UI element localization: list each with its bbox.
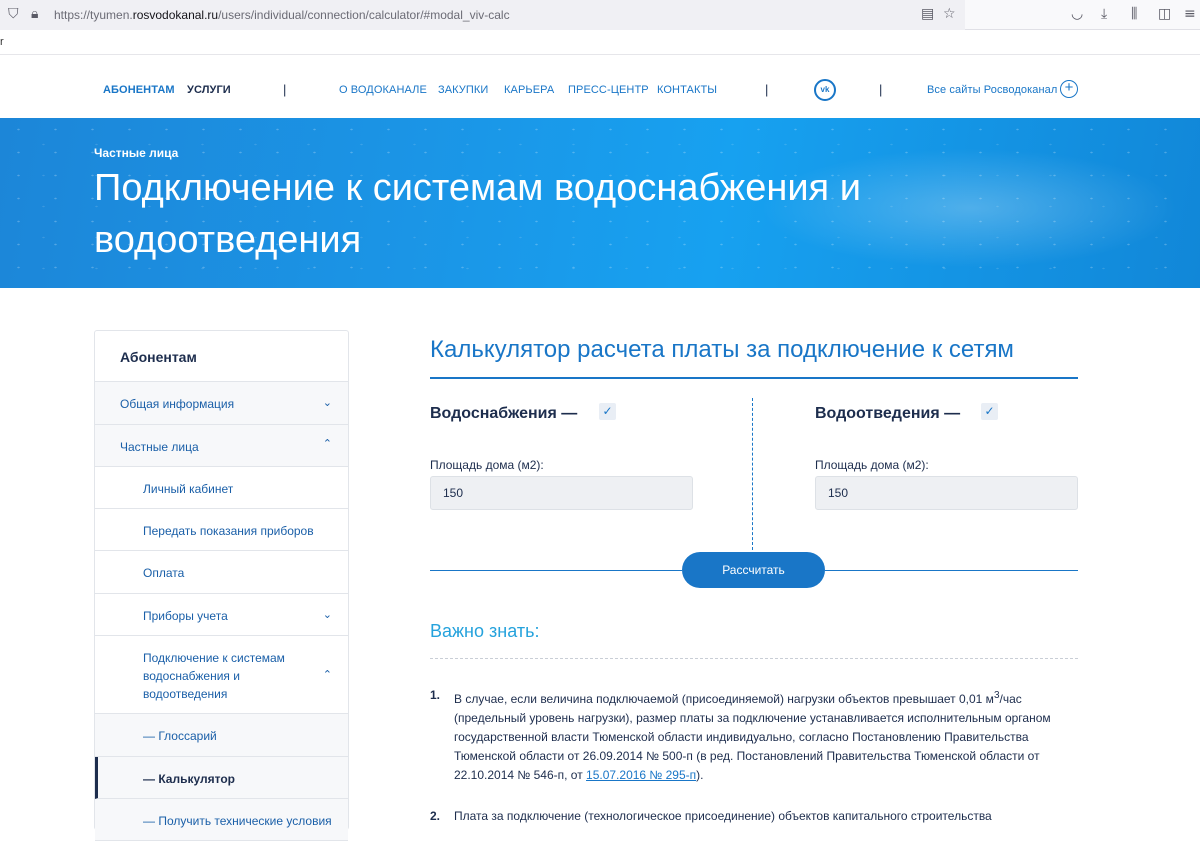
resolution-link[interactable]: 15.07.2016 № 295-п	[586, 768, 696, 782]
calculator-title: Калькулятор расчета платы за подключение…	[430, 336, 1014, 363]
url-bar[interactable]: ⛉ 🔒︎ https://tyumen.rosvodokanal.ru/user…	[0, 0, 965, 30]
sidebar-item-tech-conditions[interactable]: — Получить технические условия	[95, 799, 348, 841]
nav-about[interactable]: О ВОДОКАНАЛЕ	[339, 84, 427, 96]
hero-banner: Частные лица Подключение к системам водо…	[0, 118, 1200, 288]
note-item-1: 1. В случае, если величина подключаемой …	[430, 686, 1080, 785]
lock-icon[interactable]: 🔒︎	[31, 6, 38, 22]
sidebar-item-label: — Глоссарий	[143, 729, 217, 743]
nav-career[interactable]: КАРЬЕРА	[504, 84, 554, 96]
sidebar-item-label: Личный кабинет	[143, 482, 234, 496]
shield-icon[interactable]: ⛉	[8, 6, 19, 22]
all-sites-link[interactable]: Все сайты Росводоканал	[927, 84, 1057, 96]
sidebar-item-calculator[interactable]: — Калькулятор	[95, 757, 348, 799]
sidebar-item-label: — Калькулятор	[143, 772, 236, 786]
column-divider	[752, 398, 753, 550]
sidebar-heading: Абонентам	[95, 331, 348, 382]
sidebar-toggle-icon[interactable]: ◫	[1158, 6, 1171, 22]
pocket-icon[interactable]: ◡	[1071, 6, 1083, 22]
sidebar-item-label: Общая информация	[120, 397, 235, 411]
note-text: В случае, если величина подключаемой (пр…	[454, 686, 1080, 785]
download-icon[interactable]: ⤓	[1101, 6, 1107, 22]
bookmarks-strip: r	[0, 30, 1200, 55]
calculate-button[interactable]: Рассчитать	[682, 552, 825, 588]
strip-text: r	[0, 36, 4, 48]
note-text-part: В случае, если величина подключаемой (пр…	[454, 692, 994, 706]
important-heading: Важно знать:	[430, 621, 540, 641]
sewerage-heading: Водоотведения —	[815, 405, 961, 422]
sidebar-item-meters[interactable]: Приборы учета ⌄	[95, 594, 348, 636]
note-text: Плата за подключение (технологическое пр…	[454, 809, 992, 823]
sidebar-item-individuals[interactable]: Частные лица ⌃	[95, 425, 348, 467]
sidebar-item-meter-readings[interactable]: Передать показания приборов	[95, 509, 348, 551]
sidebar-item-label: Оплата	[143, 566, 185, 580]
chevron-up-icon[interactable]: ⌃	[323, 437, 332, 450]
sidebar-item-label: — Получить технические условия	[143, 814, 332, 828]
note-number: 1.	[430, 688, 441, 702]
water-supply-checkbox[interactable]: ✓	[599, 403, 616, 420]
page-title: Подключение к системам водоснабжения и в…	[94, 167, 861, 261]
sidebar-item-label: Подключение к системам водоснабжения и в…	[143, 651, 285, 701]
sidebar-item-connection[interactable]: Подключение к системам водоснабжения и в…	[95, 636, 348, 714]
library-icon[interactable]: ⫼	[1131, 6, 1137, 22]
sidebar-item-label: Частные лица	[120, 440, 199, 454]
note-text-part: ).	[696, 768, 704, 782]
nav-press[interactable]: ПРЕСС-ЦЕНТР	[568, 84, 649, 96]
nav-subscribers[interactable]: АБОНЕНТАМ	[103, 84, 175, 96]
sidebar-item-personal-account[interactable]: Личный кабинет	[95, 467, 348, 509]
chevron-up-icon[interactable]: ⌃	[323, 666, 332, 684]
note-number: 2.	[430, 809, 441, 823]
title-underline	[430, 377, 1078, 379]
breadcrumb[interactable]: Частные лица	[94, 146, 178, 160]
sidebar-item-label: Приборы учета	[143, 609, 228, 623]
vk-icon[interactable]: vk	[814, 79, 836, 101]
sidebar-item-general-info[interactable]: Общая информация ⌄	[95, 382, 348, 425]
nav-contacts[interactable]: КОНТАКТЫ	[657, 84, 717, 96]
browser-toolbar: ⛉ 🔒︎ https://tyumen.rosvodokanal.ru/user…	[0, 0, 1200, 30]
site-header: АБОНЕНТАМ УСЛУГИ | О ВОДОКАНАЛЕ ЗАКУПКИ …	[0, 55, 1200, 118]
water-area-label: Площадь дома (м2):	[430, 458, 544, 472]
nav-divider: |	[283, 82, 287, 97]
sewer-area-label: Площадь дома (м2):	[815, 458, 929, 472]
nav-divider: |	[765, 82, 769, 97]
chevron-down-icon[interactable]: ⌄	[323, 608, 332, 621]
sidebar-menu: Абонентам Общая информация ⌄ Частные лица…	[94, 330, 349, 841]
button-line-right	[825, 570, 1078, 571]
plus-circle-icon[interactable]: +	[1060, 80, 1078, 98]
sewer-area-input[interactable]: 150	[815, 476, 1078, 510]
menu-icon[interactable]: ≡	[1184, 6, 1196, 22]
button-line-left	[430, 570, 682, 571]
sewerage-checkbox[interactable]: ✓	[981, 403, 998, 420]
nav-divider: |	[879, 82, 883, 97]
note-item-2: 2. Плата за подключение (технологическое…	[430, 807, 1080, 826]
water-area-input[interactable]: 150	[430, 476, 693, 510]
nav-services[interactable]: УСЛУГИ	[187, 84, 231, 96]
url-text[interactable]: https://tyumen.rosvodokanal.ru/users/ind…	[54, 8, 510, 22]
chevron-down-icon[interactable]: ⌄	[323, 396, 332, 409]
nav-purchases[interactable]: ЗАКУПКИ	[438, 84, 488, 96]
sidebar-item-payment[interactable]: Оплата	[95, 551, 348, 594]
reader-view-icon[interactable]: ▤	[921, 6, 934, 22]
sidebar-item-label: Передать показания приборов	[143, 524, 314, 538]
water-supply-heading: Водоснабжения —	[430, 405, 578, 422]
important-divider	[430, 658, 1078, 659]
sidebar-item-glossary[interactable]: — Глоссарий	[95, 714, 348, 757]
bookmark-star-icon[interactable]: ☆	[943, 6, 956, 22]
